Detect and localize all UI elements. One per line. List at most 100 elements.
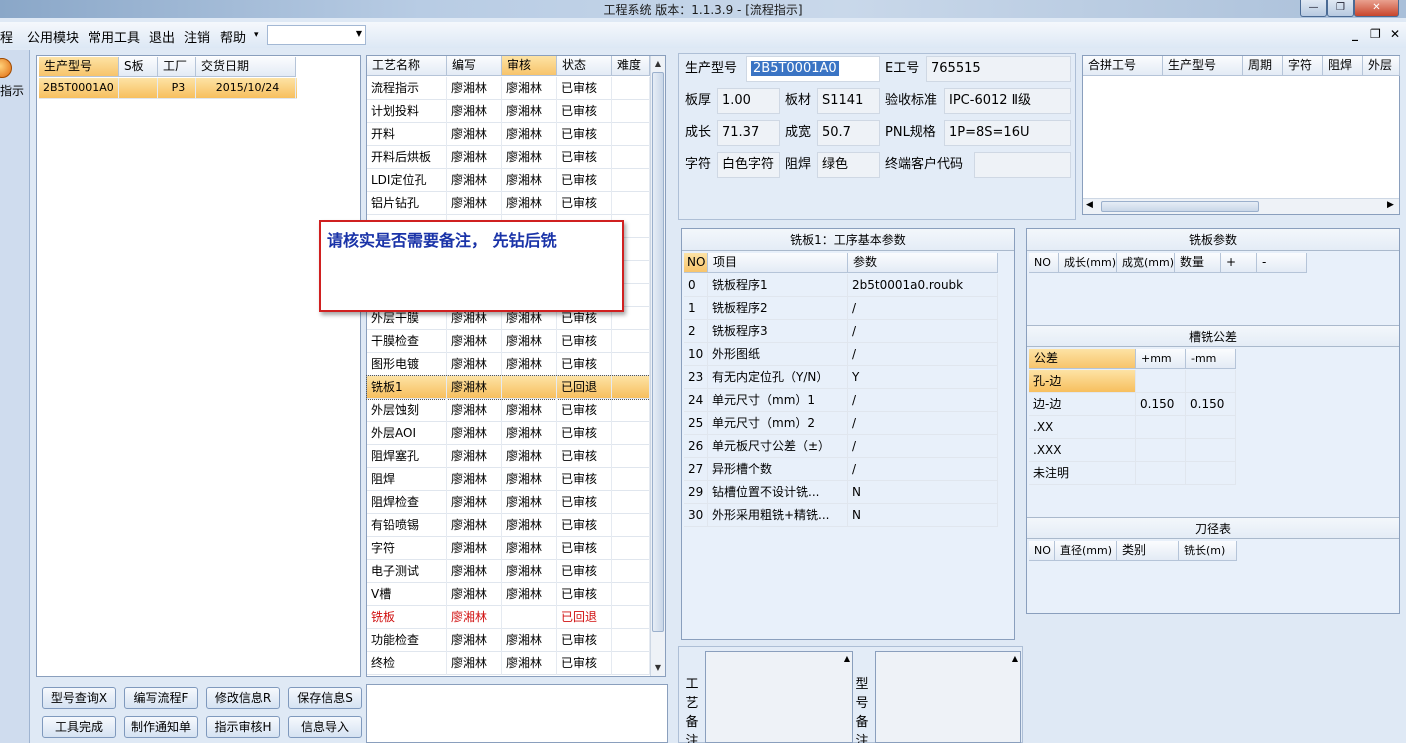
- milling-item-cell[interactable]: 外形采用粗铣+精铣...: [708, 504, 848, 527]
- milling-item-cell[interactable]: 铣板程序1: [708, 274, 848, 297]
- menu-exit[interactable]: 退出: [149, 27, 175, 46]
- tolerance-minus-cell[interactable]: [1186, 416, 1236, 439]
- milling-item-cell[interactable]: 钻槽位置不设计铣...: [708, 481, 848, 504]
- col-tool-type[interactable]: 类别: [1117, 541, 1179, 561]
- table-row[interactable]: 2B5T0001A0 P3 2015/10/24: [39, 78, 297, 99]
- model-query-button[interactable]: 型号查询X: [42, 687, 116, 709]
- milling-param-cell[interactable]: /: [848, 389, 998, 412]
- milling-item-cell[interactable]: 有无内定位孔（Y/N）: [708, 366, 848, 389]
- table-row[interactable]: 铣板1 廖湘林 已回退: [366, 375, 651, 400]
- tolerance-name-cell[interactable]: 未注明: [1029, 462, 1136, 485]
- help-dropdown-icon[interactable]: ▾: [254, 30, 259, 40]
- import-info-button[interactable]: 信息导入: [288, 716, 362, 738]
- table-row[interactable]: 终检 廖湘林 廖湘林 已审核: [367, 652, 650, 675]
- col-board-width[interactable]: 成宽(mm): [1117, 253, 1175, 273]
- milling-param-cell[interactable]: /: [848, 343, 998, 366]
- table-row[interactable]: 功能检查 廖湘林 廖湘林 已审核: [367, 629, 650, 652]
- tolerance-plus-cell[interactable]: [1136, 439, 1186, 462]
- table-row[interactable]: 字符 廖湘林 廖湘林 已审核: [367, 537, 650, 560]
- col-tolerance[interactable]: 公差: [1029, 349, 1136, 369]
- table-row[interactable]: V槽 廖湘林 廖湘林 已审核: [367, 583, 650, 606]
- table-row[interactable]: 电子测试 廖湘林 廖湘林 已审核: [367, 560, 650, 583]
- table-row[interactable]: 开料后烘板 廖湘林 廖湘林 已审核: [367, 146, 650, 169]
- col-board-plus[interactable]: +: [1221, 253, 1257, 273]
- milling-param-cell[interactable]: /: [848, 435, 998, 458]
- milling-no-cell[interactable]: 23: [684, 366, 708, 389]
- col-tool-diameter[interactable]: 直径(mm): [1055, 541, 1117, 561]
- milling-param-cell[interactable]: 2b5t0001a0.roubk: [848, 274, 998, 297]
- table-row[interactable]: 铣板 廖湘林 已回退: [367, 606, 650, 629]
- milling-no-cell[interactable]: 26: [684, 435, 708, 458]
- write-flow-button[interactable]: 编写流程F: [124, 687, 198, 709]
- menu-common-tools[interactable]: 常用工具: [88, 27, 140, 46]
- milling-no-cell[interactable]: 10: [684, 343, 708, 366]
- tolerance-plus-cell[interactable]: [1136, 416, 1186, 439]
- col-board-no[interactable]: NO: [1029, 253, 1059, 273]
- mdi-restore-button[interactable]: ❐: [1370, 27, 1381, 41]
- milling-item-cell[interactable]: 异形槽个数: [708, 458, 848, 481]
- col-solder[interactable]: 阻焊: [1323, 56, 1363, 76]
- restore-button[interactable]: ❐: [1327, 0, 1354, 17]
- col-combined-no[interactable]: 合拼工号: [1083, 56, 1163, 76]
- table-row[interactable]: LDI定位孔 廖湘林 廖湘林 已审核: [367, 169, 650, 192]
- col-param[interactable]: 参数: [848, 253, 998, 273]
- width-field[interactable]: 50.7: [817, 120, 880, 146]
- col-cycle[interactable]: 周期: [1243, 56, 1283, 76]
- table-row[interactable]: 阻焊检查 廖湘林 廖湘林 已审核: [367, 491, 650, 514]
- tolerance-name-cell[interactable]: 边-边: [1029, 393, 1136, 416]
- milling-no-cell[interactable]: 1: [684, 297, 708, 320]
- milling-no-cell[interactable]: 25: [684, 412, 708, 435]
- col-tool-no[interactable]: NO: [1029, 541, 1055, 561]
- menu-logout[interactable]: 注销: [184, 27, 210, 46]
- col-reviewer[interactable]: 审核: [502, 56, 557, 76]
- milling-no-cell[interactable]: 27: [684, 458, 708, 481]
- scroll-thumb[interactable]: [652, 72, 664, 632]
- tolerance-name-cell[interactable]: .XX: [1029, 416, 1136, 439]
- tolerance-plus-cell[interactable]: 0.150: [1136, 393, 1186, 416]
- milling-param-cell[interactable]: N: [848, 481, 998, 504]
- table-row[interactable]: 干膜检查 廖湘林 廖湘林 已审核: [367, 330, 650, 353]
- table-row[interactable]: 计划投料 廖湘林 廖湘林 已审核: [367, 100, 650, 123]
- table-row[interactable]: 阻焊塞孔 廖湘林 廖湘林 已审核: [367, 445, 650, 468]
- milling-no-cell[interactable]: 30: [684, 504, 708, 527]
- milling-param-cell[interactable]: Y: [848, 366, 998, 389]
- character-field[interactable]: 白色字符: [717, 152, 780, 178]
- thickness-field[interactable]: 1.00: [717, 88, 780, 114]
- hscroll-thumb[interactable]: [1101, 201, 1259, 212]
- mdi-minimize-button[interactable]: _: [1352, 27, 1358, 41]
- e-number-field[interactable]: 765515: [926, 56, 1071, 82]
- col-no[interactable]: NO: [684, 253, 708, 273]
- col-board-qty[interactable]: 数量: [1175, 253, 1221, 273]
- tolerance-minus-cell[interactable]: [1186, 370, 1236, 393]
- milling-item-cell[interactable]: 单元板尺寸公差（±）: [708, 435, 848, 458]
- model-notes-field[interactable]: ▲: [875, 651, 1021, 743]
- table-row[interactable]: 阻焊 廖湘林 廖湘林 已审核: [367, 468, 650, 491]
- combined-hscrollbar[interactable]: ◀ ▶: [1083, 198, 1399, 214]
- col-tol-minus[interactable]: -mm: [1186, 349, 1236, 369]
- pnl-field[interactable]: 1P=8S=16U: [944, 120, 1071, 146]
- process-scrollbar[interactable]: ▲ ▼: [650, 56, 665, 676]
- close-button[interactable]: ✕: [1354, 0, 1399, 17]
- review-button[interactable]: 指示审核H: [206, 716, 280, 738]
- table-row[interactable]: 有铅喷锡 廖湘林 廖湘林 已审核: [367, 514, 650, 537]
- milling-item-cell[interactable]: 铣板程序3: [708, 320, 848, 343]
- col-outer[interactable]: 外层: [1363, 56, 1400, 76]
- save-info-button[interactable]: 保存信息S: [288, 687, 362, 709]
- length-field[interactable]: 71.37: [717, 120, 780, 146]
- tolerance-minus-cell[interactable]: [1186, 462, 1236, 485]
- scroll-right-icon[interactable]: ▶: [1387, 200, 1394, 210]
- minimize-button[interactable]: —: [1300, 0, 1327, 17]
- table-row[interactable]: 外层蚀刻 廖湘林 廖湘林 已审核: [367, 399, 650, 422]
- col-tool-length[interactable]: 铣长(m): [1179, 541, 1237, 561]
- tool-done-button[interactable]: 工具完成: [42, 716, 116, 738]
- scroll-up-icon[interactable]: ▲: [844, 654, 850, 663]
- milling-no-cell[interactable]: 24: [684, 389, 708, 412]
- tolerance-plus-cell[interactable]: [1136, 462, 1186, 485]
- table-row[interactable]: 铝片钻孔 廖湘林 廖湘林 已审核: [367, 192, 650, 215]
- col-model[interactable]: 生产型号: [39, 57, 119, 77]
- table-row[interactable]: 开料 廖湘林 廖湘林 已审核: [367, 123, 650, 146]
- flow-indicator-label[interactable]: 指示: [0, 82, 24, 99]
- menu-common-module[interactable]: 公用模块: [27, 27, 79, 46]
- tolerance-plus-cell[interactable]: [1136, 370, 1186, 393]
- col-combined-model[interactable]: 生产型号: [1163, 56, 1243, 76]
